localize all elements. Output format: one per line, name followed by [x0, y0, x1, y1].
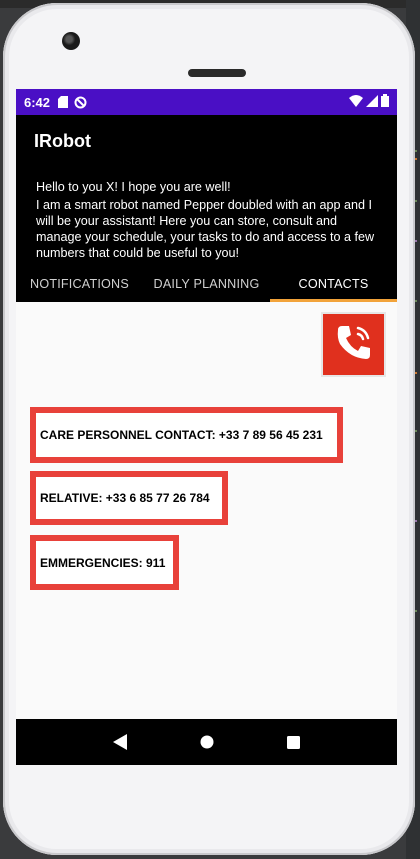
tab-bar: NOTIFICATIONS DAILY PLANNING CONTACTS [16, 266, 397, 302]
system-nav-bar [16, 719, 397, 765]
front-camera [62, 32, 80, 50]
greeting-text: Hello to you X! I hope you are well! [36, 180, 231, 194]
intro-text: Hello to you X! I hope you are well! I a… [36, 179, 385, 263]
earpiece-speaker [188, 69, 246, 77]
contact-card-relative[interactable]: RELATIVE: +33 6 85 77 26 784 [30, 471, 228, 525]
contact-card-care-personnel[interactable]: CARE PERSONNEL CONTACT: +33 7 89 56 45 2… [30, 407, 343, 463]
contact-card-emergencies[interactable]: EMMERGENCIES: 911 [30, 535, 179, 590]
contact-label: RELATIVE: +33 6 85 77 26 784 [40, 491, 210, 505]
status-time: 6:42 [24, 94, 51, 110]
status-bar: 6:42 [16, 89, 397, 115]
sd-card-icon [58, 96, 69, 108]
phone-icon [332, 320, 376, 369]
call-button[interactable] [323, 314, 384, 375]
wifi-icon [349, 94, 363, 110]
tab-notifications[interactable]: NOTIFICATIONS [16, 266, 143, 302]
app-header: IRobot Hello to you X! I hope you are we… [16, 115, 397, 302]
phone-frame: 6:42 IRobot Hello to you X! I hope you a… [3, 3, 415, 855]
contact-label: CARE PERSONNEL CONTACT: +33 7 89 56 45 2… [40, 428, 323, 442]
app-title: IRobot [34, 131, 91, 151]
home-icon[interactable] [195, 730, 219, 754]
description-text: I am a smart robot named Pepper doubled … [36, 198, 375, 260]
tab-contacts[interactable]: CONTACTS [270, 266, 397, 302]
battery-icon [381, 94, 389, 110]
contacts-panel: CARE PERSONNEL CONTACT: +33 7 89 56 45 2… [16, 302, 397, 719]
signal-icon [366, 94, 378, 110]
contact-label: EMMERGENCIES: 911 [40, 555, 166, 570]
back-icon[interactable] [108, 730, 132, 754]
tab-daily-planning[interactable]: DAILY PLANNING [143, 266, 270, 302]
device-screen: 6:42 IRobot Hello to you X! I hope you a… [16, 89, 397, 765]
no-disturb-icon [74, 96, 87, 109]
recents-icon[interactable] [282, 730, 306, 754]
